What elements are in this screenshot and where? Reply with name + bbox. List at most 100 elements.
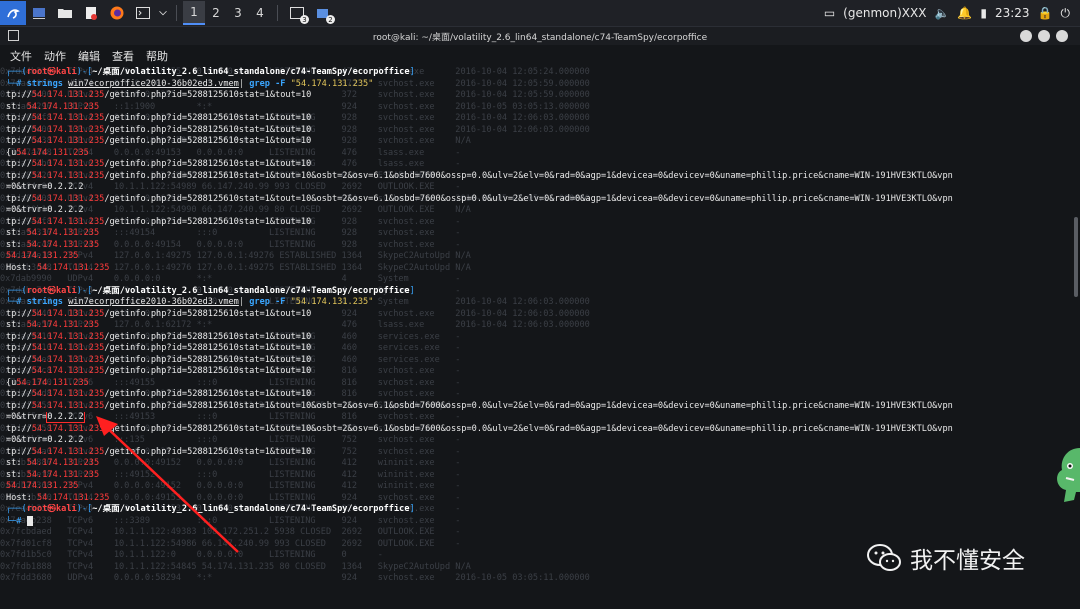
ip-match: 54.174.131.235 [26,101,100,112]
ip-match: 54.174.131.235 [31,170,105,181]
output-line: 54.174.131.235 [6,481,1076,493]
ip-match: 54.174.131.235 [31,343,105,353]
ip-match: 54.174.131.235 [31,90,105,100]
output-line: tp://54.174.131.235/getinfo.php?id=52881… [6,424,1076,436]
monitor-icon[interactable]: ▭ [824,6,835,20]
output-line: tp://54.174.131.235/getinfo.php?id=52881… [6,309,1076,321]
notification-bell-icon[interactable]: 🔔 [957,6,972,20]
text-editor-icon[interactable] [78,1,104,25]
workspace-3[interactable]: 3 [227,1,249,25]
output-line: 54.174.131.235 [6,251,1076,263]
output-line: st: 54.174.131.235 [6,228,1076,240]
output-line: =0&trvr=0.2.2.2 [6,412,1076,424]
show-desktop-icon[interactable] [26,1,52,25]
ip-match: 54.174.131.235 [6,251,79,261]
output-suffix: /getinfo.php?id=5288125610stat=1&tout=10 [104,124,312,135]
panel-separator [277,5,278,21]
output-line: tp://54.174.131.235/getinfo.php?id=52881… [6,401,1076,413]
ip-match: 54.174.131.235 [31,159,105,169]
ip-match: 54.174.131.235 [31,193,105,204]
ip-match: 54.174.131.235 [31,136,105,146]
command-pattern: "54.174.131.235" [290,78,374,89]
menu-edit[interactable]: 编辑 [78,46,100,66]
background-row: 0x7fcbdaed TCPv4 10.1.1.122:49383 108.17… [0,527,461,537]
output-prefix: tp:// [6,170,32,181]
menu-action[interactable]: 动作 [44,46,66,66]
terminal-cursor [26,515,33,526]
output-prefix: st: [6,458,27,468]
terminal-scrollbar[interactable] [1074,217,1078,297]
command-grep: grep -F [249,297,291,307]
prompt-bracket: )-[ [76,285,93,296]
power-icon[interactable]: ⏻ [1061,6,1071,21]
launcher-dropdown-icon[interactable] [156,1,170,25]
menu-bar: 文件 动作 编辑 查看 帮助 [0,45,1080,67]
prompt-line: ┌──(root㉿kali)-[~/桌面/volatility_2.6_lin6… [6,504,1076,516]
output-suffix: /getinfo.php?id=5288125610stat=1&tout=10… [104,193,953,204]
prompt-bracket: )-[ [76,504,93,514]
ip-match: 54.174.131.235 [31,366,105,376]
output-prefix: tp:// [6,136,32,146]
terminal-output: ┌──(root㉿kali)-[~/桌面/volatility_2.6_lin6… [6,67,1076,527]
output-line: tp://54.174.131.235/getinfo.php?id=52881… [6,125,1076,137]
prompt-bracket: ┌──( [6,285,27,296]
output-suffix: /getinfo.php?id=5288125610stat=1&tout=10… [104,423,953,434]
output-line: tp://54.174.131.235/getinfo.php?id=52881… [6,171,1076,183]
prompt-bracket: ┌──( [6,504,27,514]
volume-icon[interactable]: 🔈 [934,6,949,20]
workspace-2[interactable]: 2 [205,1,227,25]
app-task-icon[interactable]: 2 [310,1,336,25]
terminal-task-icon[interactable]: 3 [284,1,310,25]
menu-help[interactable]: 帮助 [146,46,168,66]
menu-file[interactable]: 文件 [10,46,32,66]
terminal-window-icon [8,30,19,41]
close-button[interactable] [1056,30,1068,42]
terminal-view[interactable]: 0x7da4b238 TCPv4 0.0.0.0:49155 0.0.0.0:0… [0,67,1080,609]
battery-icon[interactable]: ▮ [980,6,987,20]
prompt-directory: ~/桌面/volatility_2.6_lin64_standalone/c74… [92,285,410,296]
output-prefix: st: [6,101,27,112]
command-name: strings [26,78,69,89]
output-line: =0&trvr=0.2.2.2 [6,182,1076,194]
minimize-button[interactable] [1020,30,1032,42]
output-prefix: st: [6,469,27,480]
menu-view[interactable]: 查看 [112,46,134,66]
workspace-1[interactable]: 1 [183,1,205,25]
prompt-marker: └─# [6,297,27,307]
output-prefix: Host: [6,492,38,503]
prompt-directory: ~/桌面/volatility_2.6_lin64_standalone/c74… [92,67,410,77]
command-file-arg: win7ecorpoffice2010-36b02ed3.vmem [68,78,239,89]
ip-match: 54.174.131.235 [26,320,100,330]
output-line: tp://54.174.131.235/getinfo.php?id=52881… [6,194,1076,206]
output-suffix: /getinfo.php?id=5288125610stat=1&tout=10 [104,343,312,353]
output-line: {u54.174.131.235 [6,148,1076,160]
firefox-icon[interactable] [104,1,130,25]
ip-match: 54.174.131.235 [37,492,110,503]
output-line: tp://54.174.131.235/getinfo.php?id=52881… [6,90,1076,102]
prompt-bracket: ┌──( [6,67,27,77]
kali-menu-icon[interactable] [0,1,26,25]
output-prefix: st: [6,239,27,250]
top-panel: 1 2 3 4 3 2 ▭ (genmon)XXX 🔈 🔔 ▮ 23:23 🔒 … [0,0,1080,27]
system-tray: ▭ (genmon)XXX 🔈 🔔 ▮ 23:23 🔒 ⏻ [824,0,1080,26]
command-pipe: | [238,297,250,307]
clock[interactable]: 23:23 [995,6,1030,20]
watermark-text: 我不懂安全 [910,548,1025,574]
prompt-line: ┌──(root㉿kali)-[~/桌面/volatility_2.6_lin6… [6,286,1076,298]
lock-screen-icon[interactable]: 🔒 [1038,6,1053,20]
output-prefix: tp:// [6,331,32,342]
window-titlebar[interactable]: root@kali: ~/桌面/volatility_2.6_lin64_sta… [0,27,1080,45]
genmon-label[interactable]: (genmon)XXX [843,6,926,20]
prompt-line: ┌──(root㉿kali)-[~/桌面/volatility_2.6_lin6… [6,67,1076,79]
output-prefix: tp:// [6,90,32,100]
workspace-4[interactable]: 4 [249,1,271,25]
panel-separator [176,5,177,21]
ip-match: 54.174.131.235 [31,400,105,411]
terminal-launcher-icon[interactable] [130,1,156,25]
file-manager-icon[interactable] [52,1,78,25]
command-line: └─# strings win7ecorpoffice2010-36b02ed3… [6,297,1076,309]
maximize-button[interactable] [1038,30,1050,42]
output-prefix: tp:// [6,308,32,319]
output-suffix: /getinfo.php?id=5288125610stat=1&tout=10 [104,354,312,365]
command-pipe: | [238,78,250,89]
